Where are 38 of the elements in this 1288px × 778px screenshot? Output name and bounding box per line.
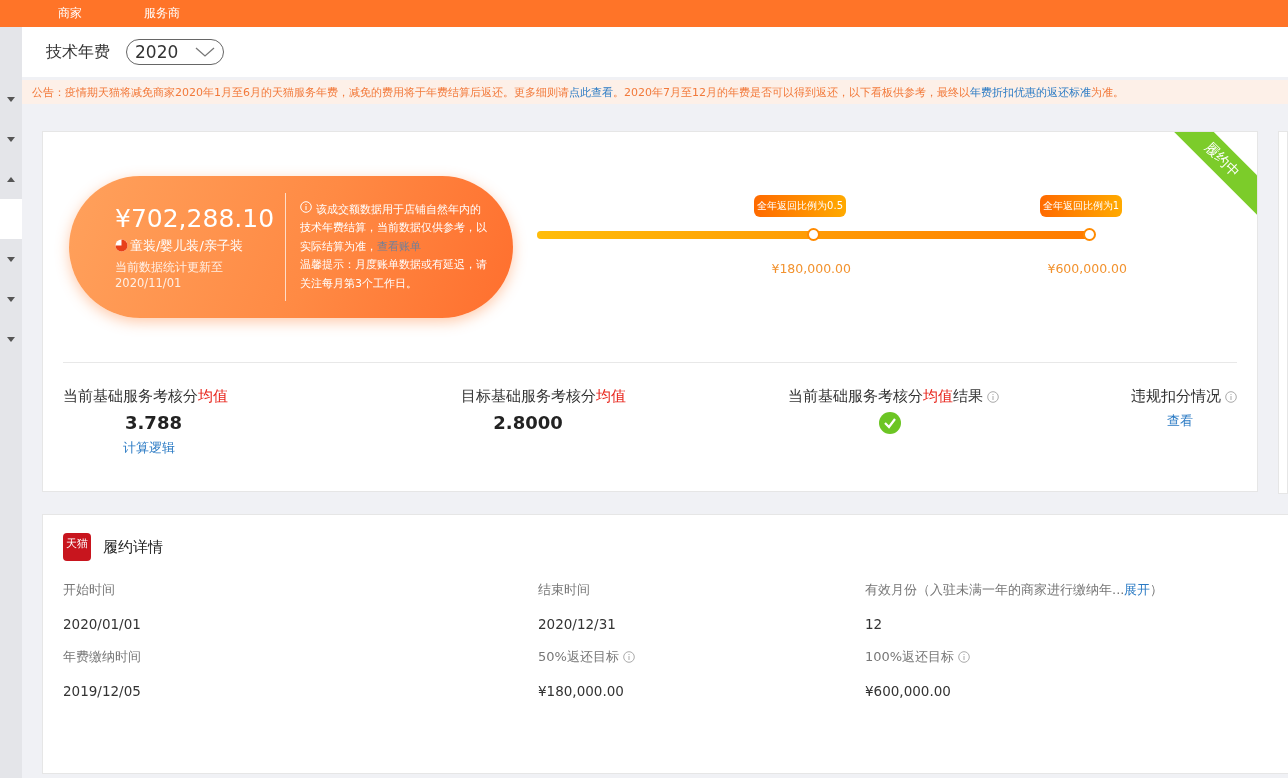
field-label: 50%返还目标 — [538, 648, 619, 666]
update-text: 当前数据统计更新至 2020/11/01 — [115, 258, 224, 291]
milestone-amount: ¥180,000.00 — [771, 260, 851, 276]
field-label: 有效月份（入驻未满一年的商家进行缴纳年...展开） — [865, 581, 1164, 599]
nav-link[interactable]: 商家 — [58, 5, 82, 22]
field-label: 100%返还目标 — [865, 648, 955, 666]
field-value: ¥600,000.00 — [865, 683, 952, 699]
field-value: 2019/12/05 — [63, 683, 142, 699]
notice-text: 公告：疫情期天猫将减免商家2020年1月至6月的天猫服务年费，减免的费用将于年费结算后返还。更多细则请点此查看。2020年7月至12月的年费是否可以得到返还，以下看板供参考，最终以年费折扣优惠的返还标准为准。 — [22, 80, 1288, 104]
metric-value: 3.788 — [125, 412, 182, 433]
logic-link[interactable]: 计算逻辑 — [123, 439, 175, 457]
sales-amount: ¥702,288.10 — [115, 203, 276, 233]
metric-label: 当前基础服务考核分均值 — [63, 387, 228, 406]
page-title: 技术年费 — [46, 41, 110, 63]
view-link[interactable]: 查看 — [1167, 412, 1193, 430]
field-value: 2020/12/31 — [538, 616, 617, 632]
metric-label: 当前基础服务考核分均值结果 — [787, 387, 983, 406]
expand-link[interactable]: 展开 — [1124, 582, 1151, 597]
field-value: ¥180,000.00 — [538, 683, 625, 699]
field-value: 2020/01/01 — [63, 616, 142, 632]
section-title: 履约详情 — [103, 537, 163, 557]
field-label: 开始时间 — [63, 581, 115, 599]
metric-label: 目标基础服务考核分均值 — [460, 387, 626, 406]
store-logo: 天猫 — [63, 533, 91, 561]
field-label: 年费缴纳时间 — [63, 648, 141, 666]
milestone-tag: 全年返回比例为1 — [1039, 194, 1122, 217]
info-text: 该成交额数据用于店铺自然年内的技术年费结算，当前数据仅供参考，以实际结算为准，查看账单 — [300, 200, 487, 255]
field-value: 12 — [865, 616, 884, 632]
milestone-tag: 全年返回比例为0.5 — [754, 194, 846, 217]
nav-link[interactable]: 服务商 — [144, 5, 180, 22]
metric-value: 2.8000 — [493, 412, 563, 433]
metric-label: 违规扣分情况 — [1131, 387, 1221, 406]
notice-link[interactable]: 年费折扣优惠的返还标准 — [970, 85, 1091, 99]
field-label: 结束时间 — [538, 581, 590, 599]
notice-link[interactable]: 点此查看 — [569, 85, 613, 99]
category-text: 童装/婴儿装/亲子装 — [130, 236, 243, 255]
tip-text: 温馨提示：月度账单数据或有延迟，请关注每月第3个工作日。 — [300, 257, 487, 292]
milestone-amount: ¥600,000.00 — [1047, 260, 1127, 276]
